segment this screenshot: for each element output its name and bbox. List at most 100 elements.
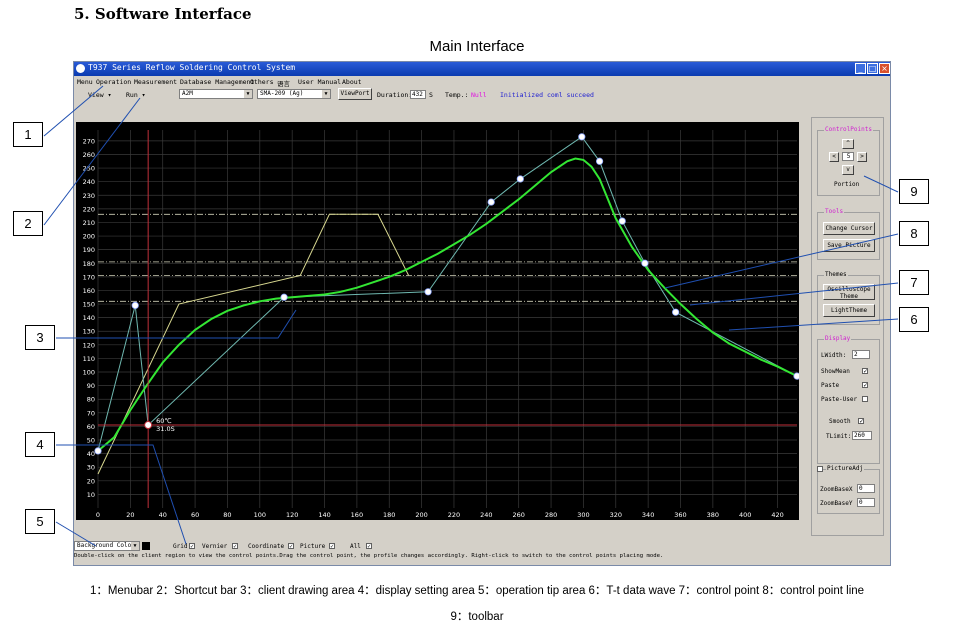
control-point[interactable] xyxy=(131,301,139,310)
menu-item-measurement[interactable]: Measurement xyxy=(134,78,177,86)
x-tick-label: 20 xyxy=(126,511,134,519)
smooth-checkbox[interactable]: ✓ xyxy=(858,418,864,425)
menu-item-operation[interactable]: Operation xyxy=(96,78,131,86)
y-tick-label: 220 xyxy=(83,205,95,213)
control-point[interactable] xyxy=(487,198,495,206)
control-point[interactable] xyxy=(424,288,432,296)
picture-adj-checkbox[interactable] xyxy=(817,466,823,472)
portion-down-button[interactable]: v xyxy=(842,165,854,175)
picture-adj-label: PictureAdj xyxy=(826,465,865,472)
operation-tip-area: Double-click on the client region to vie… xyxy=(74,553,890,563)
y-tick-label: 200 xyxy=(83,233,95,241)
menu-item-language[interactable]: 语言 xyxy=(277,78,290,88)
menu-bar: Menu Operation Measurement Database Mana… xyxy=(74,77,890,88)
y-tick-label: 10 xyxy=(87,491,95,499)
callout-7: 7 xyxy=(899,270,929,295)
run-dropdown[interactable]: Run ▾ xyxy=(126,91,146,99)
callout-1: 1 xyxy=(13,122,43,147)
chevron-down-icon: ▼ xyxy=(131,542,139,550)
control-point[interactable] xyxy=(641,259,649,267)
portion-up-button[interactable]: ^ xyxy=(842,139,854,149)
paste-checkbox[interactable]: ✓ xyxy=(862,382,868,389)
show-mean-checkbox[interactable]: ✓ xyxy=(862,368,868,375)
all-checkbox[interactable]: ✓ xyxy=(366,543,372,550)
control-point[interactable] xyxy=(595,157,604,165)
caption-line-2: 9：toolbar xyxy=(450,611,504,623)
save-picture-button[interactable]: Save Picture xyxy=(823,239,875,252)
grid-checkbox[interactable]: ✓ xyxy=(189,543,195,550)
zoom-base-y-label: ZoomBaseY xyxy=(820,500,853,507)
control-point[interactable] xyxy=(94,447,102,455)
control-point[interactable] xyxy=(516,175,524,183)
coordinate-checkbox[interactable]: ✓ xyxy=(288,543,294,550)
x-tick-label: 200 xyxy=(415,511,427,519)
window-title: T937 Series Reflow Soldering Control Sys… xyxy=(88,63,296,72)
menu-item-others[interactable]: Others xyxy=(250,78,273,86)
control-point[interactable] xyxy=(618,217,626,225)
x-tick-label: 220 xyxy=(448,511,460,519)
right-toolbar: ControlPoints ^ < 5 > v Portion Tools Ch… xyxy=(811,117,884,536)
viewport-button[interactable]: ViewPort xyxy=(338,88,372,100)
vernier-label: Vernier xyxy=(202,543,228,550)
portion-label: Portion xyxy=(834,181,860,188)
temp-value: Null xyxy=(471,91,487,99)
control-point[interactable] xyxy=(280,293,288,301)
picture-label: Picture xyxy=(300,543,326,550)
solder-combo[interactable]: SMA-209 (Ag) ▼ xyxy=(257,89,331,99)
y-tick-label: 130 xyxy=(83,328,95,336)
menu-item-database-management[interactable]: Database Management xyxy=(180,78,254,86)
x-tick-label: 420 xyxy=(771,511,783,519)
profile-combo[interactable]: A2M ▼ xyxy=(179,89,253,99)
y-tick-label: 100 xyxy=(83,369,95,377)
caption-line-1: 1：Menubar 2：Shortcut bar 3：client drawin… xyxy=(89,585,865,597)
control-point[interactable] xyxy=(578,133,586,141)
x-tick-label: 400 xyxy=(739,511,751,519)
zoom-base-y-input[interactable]: 0 xyxy=(857,498,875,507)
display-title: Display xyxy=(824,335,852,342)
coordinate-label: Coordinate xyxy=(248,543,285,550)
portion-right-button[interactable]: > xyxy=(857,152,867,162)
callout-5: 5 xyxy=(25,509,55,534)
y-tick-label: 50 xyxy=(87,437,95,445)
display-setting-area: Display LWidth: 2 ShowMean ✓ Paste ✓ Pas… xyxy=(817,335,880,464)
x-tick-label: 180 xyxy=(383,511,395,519)
portion-left-button[interactable]: < xyxy=(829,152,839,162)
view-dropdown[interactable]: View ▾ xyxy=(88,91,111,99)
duration-input[interactable]: 432 xyxy=(410,90,426,99)
control-point[interactable] xyxy=(672,308,680,316)
oscilloscope-theme-button[interactable]: Oscilloscope Theme xyxy=(823,284,875,300)
callout-2: 2 xyxy=(13,211,43,236)
menu-item-user-manual[interactable]: User Manual xyxy=(298,78,341,86)
zoom-base-x-input[interactable]: 0 xyxy=(857,484,875,493)
control-points-title: ControlPoints xyxy=(824,126,873,133)
y-tick-label: 190 xyxy=(83,246,95,254)
control-point[interactable] xyxy=(793,372,799,380)
x-tick-label: 300 xyxy=(577,511,589,519)
portion-input[interactable]: 5 xyxy=(842,152,854,161)
background-color-swatch[interactable] xyxy=(142,542,150,550)
lwidth-input[interactable]: 2 xyxy=(852,350,870,359)
tlimit-input[interactable]: 260 xyxy=(852,431,872,440)
tools-group: Tools Change Cursor Save Picture xyxy=(817,208,880,260)
title-bar: T937 Series Reflow Soldering Control Sys… xyxy=(74,62,890,76)
menu-item-about[interactable]: About xyxy=(342,78,362,86)
y-tick-label: 140 xyxy=(83,314,95,322)
maximize-button[interactable]: □ xyxy=(867,63,878,74)
themes-title: Themes xyxy=(824,271,848,278)
change-cursor-button[interactable]: Change Cursor xyxy=(823,222,875,235)
vernier-checkbox[interactable]: ✓ xyxy=(232,543,238,550)
y-tick-label: 180 xyxy=(83,260,95,268)
x-tick-label: 40 xyxy=(159,511,167,519)
paste-user-checkbox[interactable] xyxy=(862,396,868,402)
close-button[interactable]: × xyxy=(879,63,890,74)
figure-subtitle: Main Interface xyxy=(429,38,525,55)
duration-label: Duration: xyxy=(377,91,413,99)
x-tick-label: 360 xyxy=(674,511,686,519)
client-drawing-area[interactable]: 10 20 30 40 50 60 70 80 90 100 110 120 130 140 150 160 1… xyxy=(76,122,799,520)
menu-item-menu[interactable]: Menu xyxy=(77,78,93,86)
picture-checkbox[interactable]: ✓ xyxy=(329,543,335,550)
background-color-combo[interactable]: Background Color ▼ xyxy=(74,541,140,551)
duration-unit: S xyxy=(429,91,433,99)
minimize-button[interactable]: _ xyxy=(855,63,866,74)
light-theme-button[interactable]: LightTheme xyxy=(823,304,875,317)
